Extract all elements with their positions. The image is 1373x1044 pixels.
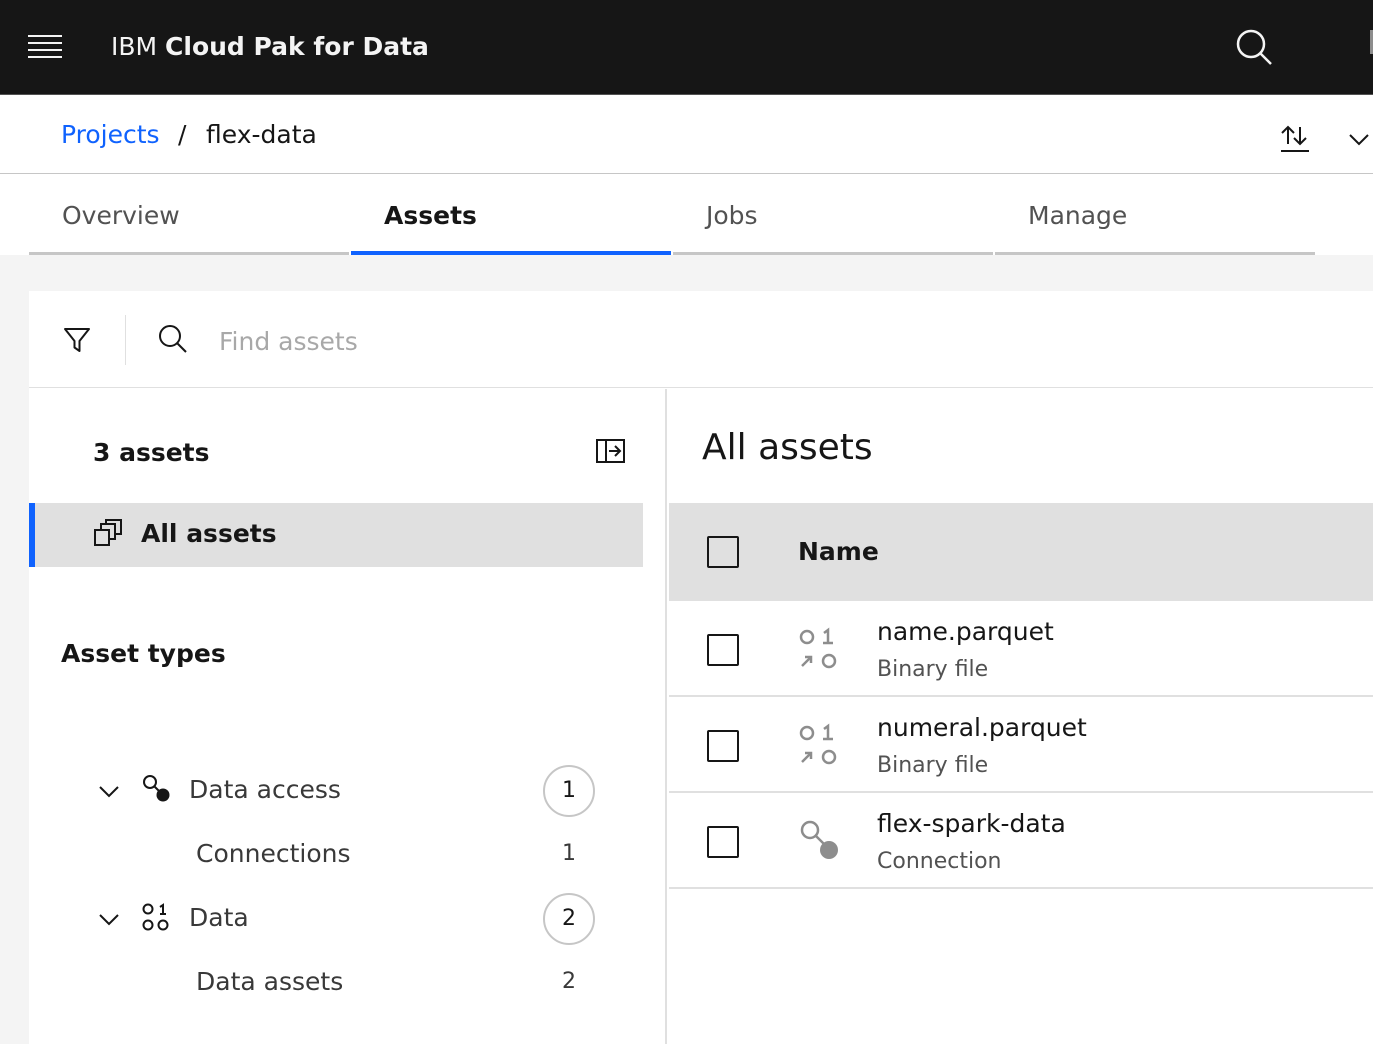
- tab-overview[interactable]: Overview: [29, 175, 349, 255]
- asset-subtype-connections[interactable]: Connections 1: [29, 833, 649, 877]
- asset-subtype-data-assets[interactable]: Data assets 2: [29, 961, 649, 1005]
- count-badge: 2: [543, 893, 595, 945]
- asset-type: Binary file: [877, 753, 989, 778]
- hamburger-menu-icon[interactable]: [26, 30, 64, 64]
- asset-count: 3 assets: [93, 438, 210, 467]
- search-icon: [157, 323, 189, 355]
- connection-icon: [141, 774, 173, 806]
- table-header: Name: [669, 503, 1373, 601]
- breadcrumb-separator: /: [178, 120, 187, 149]
- asset-sidebar: 3 assets All assets Asset types Data acc…: [29, 389, 667, 1044]
- connection-icon: [797, 819, 843, 865]
- breadcrumb: Projects / flex-data: [0, 94, 1373, 174]
- tab-jobs[interactable]: Jobs: [673, 175, 993, 255]
- asset-type: Connection: [877, 849, 1002, 874]
- collapse-panel-icon[interactable]: [595, 437, 627, 465]
- toolbar-divider: [125, 315, 126, 365]
- count-badge: 1: [543, 765, 595, 817]
- binary-file-icon: [797, 723, 843, 769]
- asset-type: Binary file: [877, 657, 989, 682]
- asset-type-label: Data: [189, 903, 249, 932]
- table-row[interactable]: name.parquet Binary file: [669, 601, 1373, 697]
- sidebar-item-label: All assets: [141, 519, 277, 548]
- brand-product: Cloud Pak for Data: [165, 32, 429, 61]
- breadcrumb-current-project: flex-data: [206, 120, 317, 149]
- chevron-down-icon[interactable]: [97, 779, 121, 803]
- import-export-icon[interactable]: [1278, 122, 1312, 156]
- binary-file-icon: [797, 627, 843, 673]
- asset-type-data-access: Data access 1: [29, 765, 649, 821]
- asset-subtype-label: Connections: [196, 839, 351, 868]
- asset-types-heading: Asset types: [61, 639, 226, 668]
- global-search-icon[interactable]: [1233, 27, 1275, 69]
- tab-manage[interactable]: Manage: [995, 175, 1315, 255]
- asset-subtype-count: 2: [562, 969, 576, 994]
- row-checkbox[interactable]: [707, 634, 739, 666]
- asset-subtype-count: 1: [562, 841, 576, 866]
- top-bar: IBM Cloud Pak for Data: [0, 0, 1373, 94]
- project-tabs: Overview Assets Jobs Manage: [29, 175, 1316, 255]
- search-bar: [29, 291, 1373, 388]
- chevron-down-icon[interactable]: [97, 907, 121, 931]
- asset-type-label: Data access: [189, 775, 341, 804]
- tab-label: Manage: [1028, 201, 1128, 230]
- column-header-name[interactable]: Name: [798, 535, 879, 569]
- asset-type-data: Data 2: [29, 893, 649, 949]
- asset-name[interactable]: flex-spark-data: [877, 807, 1066, 841]
- assets-panel: 3 assets All assets Asset types: [29, 291, 1373, 1044]
- copy-stack-icon: [93, 518, 123, 548]
- page-title: All assets: [702, 427, 873, 468]
- select-all-checkbox[interactable]: [707, 536, 739, 568]
- tab-label: Assets: [384, 201, 477, 230]
- breadcrumb-projects-link[interactable]: Projects: [61, 117, 160, 153]
- chevron-down-icon[interactable]: [1345, 125, 1373, 153]
- table-row[interactable]: flex-spark-data Connection: [669, 793, 1373, 889]
- sidebar-item-all-assets[interactable]: All assets: [29, 503, 643, 567]
- brand-prefix: IBM: [111, 32, 158, 61]
- filter-icon[interactable]: [61, 324, 93, 356]
- tab-label: Overview: [62, 201, 180, 230]
- data-icon: [141, 902, 173, 934]
- tab-assets[interactable]: Assets: [351, 175, 671, 255]
- find-assets-input[interactable]: [219, 319, 1319, 363]
- row-checkbox[interactable]: [707, 730, 739, 762]
- tab-label: Jobs: [706, 201, 758, 230]
- asset-name[interactable]: name.parquet: [877, 615, 1054, 649]
- table-row[interactable]: numeral.parquet Binary file: [669, 697, 1373, 793]
- row-checkbox[interactable]: [707, 826, 739, 858]
- asset-name[interactable]: numeral.parquet: [877, 711, 1087, 745]
- asset-list-pane: All assets Name name.parquet Binary file: [669, 389, 1373, 1044]
- product-name[interactable]: IBM Cloud Pak for Data: [111, 30, 429, 64]
- asset-subtype-label: Data assets: [196, 967, 344, 996]
